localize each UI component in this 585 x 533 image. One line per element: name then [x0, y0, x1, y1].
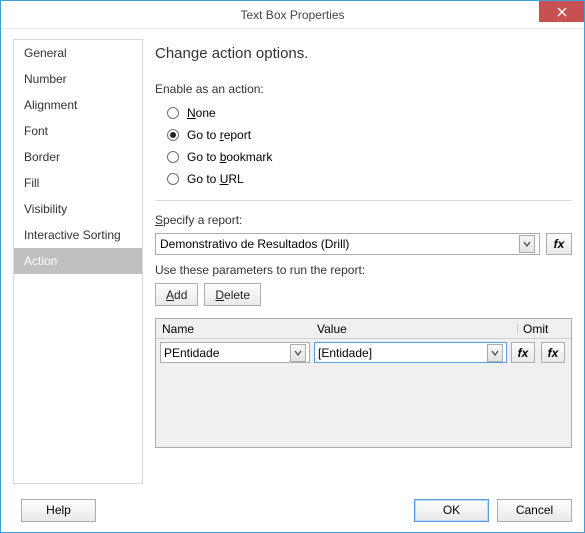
param-name-combobox[interactable]: PEntidade — [160, 342, 310, 363]
sidebar-item-font[interactable]: Font — [14, 118, 142, 144]
parameters-label: Use these parameters to run the report: — [155, 263, 572, 277]
page-heading: Change action options. — [155, 45, 572, 62]
chevron-down-icon — [290, 344, 306, 362]
radio-icon — [167, 151, 179, 163]
sidebar-item-alignment[interactable]: Alignment — [14, 92, 142, 118]
divider — [155, 200, 572, 201]
close-icon — [557, 7, 567, 17]
close-button[interactable] — [539, 1, 584, 22]
column-header-omit: Omit — [521, 322, 571, 336]
radio-none-label: None — [187, 106, 216, 120]
sidebar-item-visibility[interactable]: Visibility — [14, 196, 142, 222]
radio-none[interactable]: None — [167, 102, 572, 124]
footer-bar: Help OK Cancel — [1, 488, 584, 532]
titlebar: Text Box Properties — [1, 1, 584, 29]
radio-icon — [167, 173, 179, 185]
radio-go-to-report[interactable]: Go to report — [167, 124, 572, 146]
sidebar: General Number Alignment Font Border Fil… — [13, 39, 143, 484]
sidebar-item-fill[interactable]: Fill — [14, 170, 142, 196]
dialog-window: Text Box Properties General Number Align… — [0, 0, 585, 533]
cancel-button[interactable]: Cancel — [497, 499, 572, 522]
radio-icon — [167, 107, 179, 119]
column-header-name: Name — [156, 322, 311, 336]
add-button[interactable]: Add — [155, 283, 198, 306]
radio-report-label: Go to report — [187, 128, 251, 142]
param-value-text: [Entidade] — [318, 346, 487, 360]
enable-action-label: Enable as an action: — [155, 82, 572, 96]
param-value-expression-button[interactable]: fx — [511, 342, 535, 363]
action-radio-group: None Go to report Go to bookmark Go to U… — [167, 102, 572, 190]
sidebar-item-number[interactable]: Number — [14, 66, 142, 92]
grid-header: Name Value Omit — [156, 319, 571, 339]
chevron-down-icon — [519, 235, 535, 253]
sidebar-item-general[interactable]: General — [14, 40, 142, 66]
sidebar-item-action[interactable]: Action — [14, 248, 142, 274]
chevron-down-icon — [487, 344, 503, 362]
help-button[interactable]: Help — [21, 499, 96, 522]
parameters-grid: Name Value Omit PEntidade [Entidade] — [155, 318, 572, 448]
main-panel: Change action options. Enable as an acti… — [155, 39, 572, 484]
sidebar-item-border[interactable]: Border — [14, 144, 142, 170]
radio-go-to-bookmark[interactable]: Go to bookmark — [167, 146, 572, 168]
report-expression-button[interactable]: fx — [546, 233, 572, 255]
report-combobox-value: Demonstrativo de Resultados (Drill) — [160, 237, 349, 251]
column-header-value: Value — [311, 322, 521, 336]
delete-button[interactable]: Delete — [204, 283, 261, 306]
param-omit-expression-button[interactable]: fx — [541, 342, 565, 363]
radio-go-to-url[interactable]: Go to URL — [167, 168, 572, 190]
param-value-combobox[interactable]: [Entidade] — [314, 342, 507, 363]
param-name-value: PEntidade — [164, 346, 219, 360]
radio-icon — [167, 129, 179, 141]
grid-row: PEntidade [Entidade] fx fx — [156, 339, 571, 366]
report-combobox[interactable]: Demonstrativo de Resultados (Drill) — [155, 233, 540, 255]
specify-report-label: Specify a report: — [155, 213, 572, 227]
sidebar-item-interactive-sorting[interactable]: Interactive Sorting — [14, 222, 142, 248]
client-area: General Number Alignment Font Border Fil… — [13, 39, 572, 484]
radio-bookmark-label: Go to bookmark — [187, 150, 272, 164]
window-title: Text Box Properties — [240, 8, 344, 22]
ok-button[interactable]: OK — [414, 499, 489, 522]
radio-url-label: Go to URL — [187, 172, 244, 186]
